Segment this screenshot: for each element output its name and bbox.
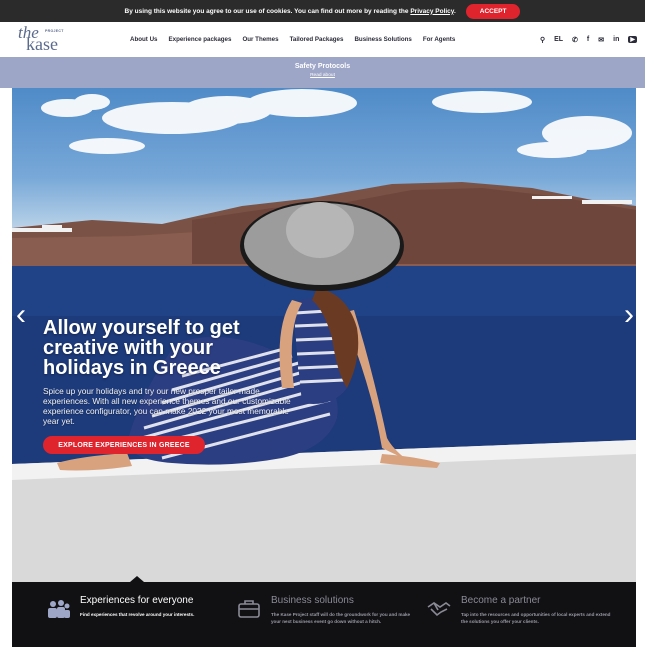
feature-title: Experiences for everyone xyxy=(80,595,194,606)
active-feature-notch xyxy=(130,576,144,582)
feature-experiences[interactable]: Experiences for everyone Find experience… xyxy=(45,594,235,644)
features-bar: Experiences for everyone Find experience… xyxy=(12,576,636,647)
site-header: the PROJECT kase About Us Experience pac… xyxy=(0,22,645,57)
feature-desc: The Kase Project staff will do the groun… xyxy=(271,612,411,624)
cookie-text: By using this website you agree to our u… xyxy=(124,7,409,15)
feature-desc: Find experiences that revolve around you… xyxy=(80,612,195,617)
hero-title-line-1: Allow yourself to get xyxy=(43,317,240,339)
site-logo[interactable]: the PROJECT kase xyxy=(18,23,70,55)
logo-kase: kase xyxy=(26,34,58,54)
header-icons: ⚲ EL ✆ f ✉ in ▶ xyxy=(540,22,637,57)
hero-title-line-3: holidays in Greece xyxy=(43,357,221,379)
email-icon[interactable]: ✉ xyxy=(598,36,604,44)
search-icon[interactable]: ⚲ xyxy=(540,36,545,44)
cookie-message: By using this website you agree to our u… xyxy=(125,8,456,15)
feature-title: Become a partner xyxy=(461,595,541,606)
safety-read-about-link[interactable]: Read about xyxy=(0,73,645,78)
logo-project: PROJECT xyxy=(45,29,64,33)
nav-tailored-packages[interactable]: Tailored Packages xyxy=(290,36,344,43)
phone-icon[interactable]: ✆ xyxy=(572,36,578,44)
slider-prev-arrow-icon[interactable]: ‹ xyxy=(16,298,26,332)
privacy-policy-link[interactable]: Privacy Policy xyxy=(410,8,454,15)
cookie-period: . xyxy=(453,7,456,15)
hero-title-line-2: creative with your xyxy=(43,337,214,359)
feature-desc: Tap into the resources and opportunities… xyxy=(461,612,611,624)
handshake-icon xyxy=(427,602,451,617)
group-icon xyxy=(48,600,70,618)
slider-next-arrow-icon[interactable]: › xyxy=(624,298,634,332)
facebook-icon[interactable]: f xyxy=(587,36,589,43)
main-nav: About Us Experience packages Our Themes … xyxy=(130,22,455,57)
language-switch[interactable]: EL xyxy=(554,36,563,43)
hero-slider: Allow yourself to get creative with your… xyxy=(12,88,636,582)
nav-experience-packages[interactable]: Experience packages xyxy=(169,36,232,43)
nav-about-us[interactable]: About Us xyxy=(130,36,158,43)
linkedin-icon[interactable]: in xyxy=(613,36,619,43)
feature-business[interactable]: Business solutions The Kase Project staf… xyxy=(236,594,426,644)
feature-partner[interactable]: Become a partner Tap into the resources … xyxy=(426,594,616,644)
accept-cookies-button[interactable]: ACCEPT xyxy=(465,3,521,19)
nav-for-agents[interactable]: For Agents xyxy=(423,36,455,43)
hero-text: Allow yourself to get creative with your… xyxy=(43,318,303,426)
nav-our-themes[interactable]: Our Themes xyxy=(242,36,278,43)
nav-business-solutions[interactable]: Business Solutions xyxy=(354,36,411,43)
safety-title: Safety Protocols xyxy=(294,63,351,70)
youtube-icon[interactable]: ▶ xyxy=(628,36,637,43)
briefcase-icon xyxy=(238,600,260,618)
cookie-bar: By using this website you agree to our u… xyxy=(0,0,645,22)
explore-experiences-button[interactable]: EXPLORE EXPERIENCES IN GREECE xyxy=(43,436,205,454)
feature-title: Business solutions xyxy=(271,595,354,606)
safety-protocols-bar: Safety Protocols Read about xyxy=(0,57,645,88)
hero-subtitle: Spice up your holidays and try our new p… xyxy=(43,386,291,426)
hero-title: Allow yourself to get creative with your… xyxy=(43,318,303,378)
